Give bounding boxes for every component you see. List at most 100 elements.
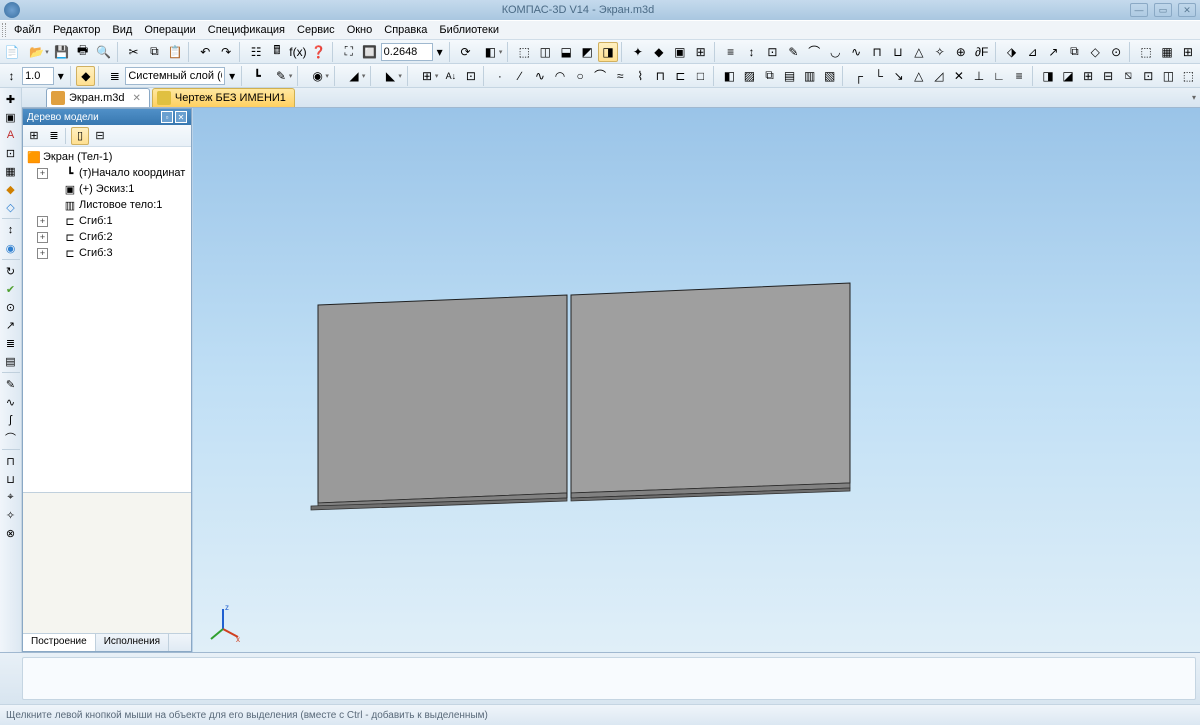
menu-help[interactable]: Справка xyxy=(378,22,433,38)
lt-c6[interactable]: ▤ xyxy=(1,352,21,370)
maximize-button[interactable]: ▭ xyxy=(1154,3,1172,17)
menu-file[interactable]: Файл xyxy=(8,22,47,38)
lt-e4[interactable]: ✧ xyxy=(1,506,21,524)
t2-i8[interactable]: ∟ xyxy=(989,66,1008,86)
t2-j1[interactable]: ◨ xyxy=(1038,66,1057,86)
lt-c4[interactable]: ↗ xyxy=(1,316,21,334)
tree-btn-1[interactable]: ⊞ xyxy=(25,127,43,145)
tree-btn-2[interactable]: ≣ xyxy=(45,127,63,145)
lt-a5[interactable]: ▦ xyxy=(1,162,21,180)
tree-item-sketch[interactable]: ▣ (+) Эскиз:1 xyxy=(27,181,187,197)
t2-h5[interactable]: ▥ xyxy=(800,66,819,86)
fx-button[interactable]: f(x) xyxy=(288,42,308,62)
zoom-window-button[interactable]: 🔲 xyxy=(360,42,380,62)
menu-libs[interactable]: Библиотеки xyxy=(433,22,505,38)
preview-button[interactable]: 🔍 xyxy=(94,42,114,62)
lt-sheet-icon[interactable]: ▣ xyxy=(1,108,21,126)
lt-c2[interactable]: ✔ xyxy=(1,280,21,298)
lt-d1[interactable]: ✎ xyxy=(1,375,21,393)
t2-f1[interactable]: ⊡ xyxy=(461,66,480,86)
menu-edit[interactable]: Редактор xyxy=(47,22,106,38)
t2-i9[interactable]: ≡ xyxy=(1010,66,1029,86)
lt-e1[interactable]: ⊓ xyxy=(1,452,21,470)
t2-j2[interactable]: ◪ xyxy=(1059,66,1078,86)
t-b6[interactable]: ◡ xyxy=(825,42,845,62)
t2-i2[interactable]: └ xyxy=(869,66,888,86)
t-b13[interactable]: ∂F xyxy=(972,42,992,62)
t-b8[interactable]: ⊓ xyxy=(867,42,887,62)
save-button[interactable]: 💾 xyxy=(52,42,72,62)
t-c4[interactable]: ⧉ xyxy=(1064,42,1084,62)
t-c6[interactable]: ⊙ xyxy=(1106,42,1126,62)
t2-g2[interactable]: ∿ xyxy=(530,66,549,86)
open-button[interactable]: 📂 xyxy=(23,42,51,62)
lt-e2[interactable]: ⊔ xyxy=(1,470,21,488)
t2-a2[interactable]: ✎ xyxy=(268,66,295,86)
layer-dropdown-icon[interactable]: ▾ xyxy=(226,66,237,86)
tab-close-icon[interactable]: ✕ xyxy=(132,93,140,104)
t2-g6[interactable]: ≈ xyxy=(611,66,630,86)
t2-j4[interactable]: ⊟ xyxy=(1099,66,1118,86)
t2-g0[interactable]: · xyxy=(490,66,509,86)
t-d2[interactable]: ▦ xyxy=(1157,42,1177,62)
lt-e3[interactable]: ⌖ xyxy=(1,488,21,506)
t2-j5[interactable]: ⧅ xyxy=(1119,66,1138,86)
t2-b1[interactable]: ◉ xyxy=(304,66,331,86)
t-a1[interactable]: ✦ xyxy=(628,42,648,62)
expand-icon[interactable]: + xyxy=(37,248,48,259)
t2-h1[interactable]: ◧ xyxy=(720,66,739,86)
lt-d4[interactable]: ⌒ xyxy=(1,429,21,447)
t2-i4[interactable]: △ xyxy=(909,66,928,86)
t-a3[interactable]: ▣ xyxy=(670,42,690,62)
t-b9[interactable]: ⊔ xyxy=(888,42,908,62)
t2-j7[interactable]: ◫ xyxy=(1159,66,1178,86)
t2-g9[interactable]: ⊏ xyxy=(671,66,690,86)
shaded-view-button[interactable]: ◨ xyxy=(598,42,618,62)
expand-icon[interactable]: + xyxy=(37,216,48,227)
layer-input[interactable] xyxy=(125,67,225,85)
t2-d1[interactable]: ◣ xyxy=(377,66,404,86)
tree-btn-3[interactable]: ▯ xyxy=(71,127,89,145)
menu-ops[interactable]: Операции xyxy=(138,22,201,38)
cut-button[interactable]: ✂ xyxy=(124,42,144,62)
t-d1[interactable]: ⬚ xyxy=(1136,42,1156,62)
t-a2[interactable]: ◆ xyxy=(649,42,669,62)
panel-close-icon[interactable]: ✕ xyxy=(175,111,187,123)
view4-button[interactable]: ◩ xyxy=(577,42,597,62)
undo-button[interactable]: ↶ xyxy=(195,42,215,62)
t-b12[interactable]: ⊕ xyxy=(951,42,971,62)
zoom-input[interactable] xyxy=(381,43,433,61)
t2-a1[interactable]: ┗ xyxy=(248,66,267,86)
view2-button[interactable]: ◫ xyxy=(535,42,555,62)
t2-e1[interactable]: ⊞ xyxy=(414,66,441,86)
tree-item-bend2[interactable]: + ⊏ Сгиб:2 xyxy=(27,229,187,245)
t-b11[interactable]: ✧ xyxy=(930,42,950,62)
lt-a7[interactable]: ◇ xyxy=(1,198,21,216)
t-b2[interactable]: ↕ xyxy=(742,42,762,62)
menu-spec[interactable]: Спецификация xyxy=(202,22,291,38)
lt-a4[interactable]: ⊡ xyxy=(1,144,21,162)
tree-item-bend1[interactable]: + ⊏ Сгиб:1 xyxy=(27,213,187,229)
new-doc-button[interactable]: 📄 xyxy=(2,42,22,62)
view3-button[interactable]: ⬓ xyxy=(556,42,576,62)
lt-e5[interactable]: ⊗ xyxy=(1,524,21,542)
t2-g1[interactable]: ∕ xyxy=(510,66,529,86)
zoom-dropdown-icon[interactable]: ▾ xyxy=(434,42,446,62)
tab-drawing[interactable]: Чертеж БЕЗ ИМЕНИ1 xyxy=(152,88,295,107)
t2-j6[interactable]: ⊡ xyxy=(1139,66,1158,86)
print-button[interactable]: 🖶 xyxy=(73,42,93,62)
t2-c1[interactable]: ◢ xyxy=(341,66,368,86)
t2-g8[interactable]: ⊓ xyxy=(651,66,670,86)
orient-button[interactable]: ◧ xyxy=(477,42,505,62)
lt-d3[interactable]: ʃ xyxy=(1,411,21,429)
lt-c3[interactable]: ⊙ xyxy=(1,298,21,316)
t2-g4[interactable]: ○ xyxy=(571,66,590,86)
t2-ga[interactable]: □ xyxy=(691,66,710,86)
tree-btn-4[interactable]: ⊟ xyxy=(91,127,109,145)
t2-j8[interactable]: ⬚ xyxy=(1179,66,1198,86)
close-button[interactable]: ✕ xyxy=(1178,3,1196,17)
tab-active-doc[interactable]: Экран.m3d ✕ xyxy=(46,88,150,107)
tree-item-bend3[interactable]: + ⊏ Сгиб:3 xyxy=(27,245,187,261)
tree-item-sheetbody[interactable]: ▥ Листовое тело:1 xyxy=(27,197,187,213)
expand-icon[interactable]: + xyxy=(37,168,48,179)
